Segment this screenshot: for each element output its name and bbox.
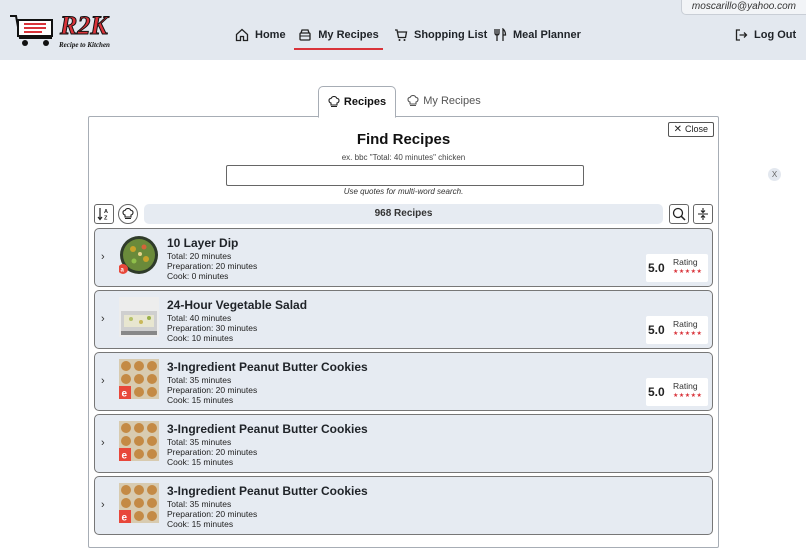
rating-stars: ★★★★★	[673, 393, 703, 399]
side-close-button[interactable]: X	[768, 168, 781, 181]
recipe-count: 968 Recipes	[144, 204, 663, 224]
logout-label: Log Out	[754, 29, 797, 41]
rating-stars: ★★★★★	[673, 331, 703, 337]
recipe-prep-time: Preparation: 30 minutes	[167, 323, 258, 333]
app-header: moscarillo@yahoo.com R2K Recipe to Kitch…	[0, 0, 806, 60]
svg-text:Z: Z	[104, 216, 108, 222]
utensils-icon	[494, 28, 507, 41]
rating-label: Rating	[673, 381, 698, 391]
rating-stars: ★★★★★	[673, 269, 703, 275]
recipe-cook-time: Cook: 10 minutes	[167, 333, 234, 343]
collapse-vertical-icon	[698, 208, 708, 220]
tab-my-recipes-label: My Recipes	[423, 95, 481, 107]
tab-my-recipes[interactable]: My Recipes	[404, 86, 484, 116]
nav-home[interactable]: Home	[235, 22, 286, 48]
svg-text:e: e	[122, 451, 128, 462]
recipe-rating: 5.0 Rating ★★★★★	[646, 378, 708, 406]
recipe-title: 3-Ingredient Peanut Butter Cookies	[167, 422, 368, 436]
recipe-rating: 5.0 Rating ★★★★★	[646, 316, 708, 344]
search-input[interactable]	[226, 165, 584, 186]
recipe-thumbnail: e	[119, 421, 159, 461]
recipe-prep-time: Preparation: 20 minutes	[167, 447, 258, 457]
page-title: Find Recipes	[356, 131, 451, 148]
recipe-total-time: Total: 35 minutes	[167, 499, 232, 509]
nav-shopping-list[interactable]: Shopping List	[394, 22, 487, 48]
chevron-right-icon[interactable]: ›	[101, 313, 105, 325]
svg-text:A: A	[104, 209, 108, 215]
collapse-button[interactable]	[693, 204, 713, 224]
recipe-total-time: Total: 35 minutes	[167, 375, 232, 385]
rating-value: 5.0	[648, 261, 665, 275]
nav-meal-planner[interactable]: Meal Planner	[493, 22, 581, 48]
recipe-prep-time: Preparation: 20 minutes	[167, 509, 258, 519]
chef-filter-button[interactable]	[118, 204, 138, 224]
recipe-title: 10 Layer Dip	[167, 236, 239, 250]
cart-icon	[395, 29, 408, 41]
recipe-row[interactable]: › e 3-Ingredient Peanut Butter Cookies T…	[94, 414, 713, 473]
nav-my-recipes[interactable]: My Recipes	[294, 22, 383, 50]
search-help: Use quotes for multi-word search.	[343, 187, 464, 196]
tab-recipes[interactable]: Recipes	[318, 86, 396, 118]
recipe-thumbnail: e	[119, 359, 159, 399]
find-recipes-panel: ✕ Close Find Recipes ex. bbc "Total: 40 …	[88, 116, 719, 548]
recipe-row[interactable]: › e 3-Ingredient Peanut Butter Cookies T…	[94, 476, 713, 535]
rating-label: Rating	[673, 319, 698, 329]
search-icon	[672, 207, 686, 221]
svg-text:e: e	[122, 513, 128, 524]
nav-my-recipes-label: My Recipes	[318, 29, 379, 41]
chevron-right-icon[interactable]: ›	[101, 499, 105, 511]
recipe-cook-time: Cook: 0 minutes	[167, 271, 229, 281]
tab-recipes-label: Recipes	[343, 96, 387, 108]
rating-value: 5.0	[648, 323, 665, 337]
home-icon	[235, 28, 249, 42]
chevron-right-icon[interactable]: ›	[101, 437, 105, 449]
svg-text:e: e	[122, 389, 128, 400]
nav-meal-planner-label: Meal Planner	[513, 29, 581, 41]
logout-icon	[735, 29, 748, 41]
recipe-thumbnail	[119, 297, 159, 337]
chef-hat-icon	[122, 208, 134, 220]
user-email: moscarillo@yahoo.com	[680, 0, 806, 15]
rating-value: 5.0	[648, 385, 665, 399]
recipe-row[interactable]: › 24-Hour Vegetable Salad Total: 40 minu…	[94, 290, 713, 349]
chevron-right-icon[interactable]: ›	[101, 375, 105, 387]
recipe-total-time: Total: 35 minutes	[167, 437, 232, 447]
sort-button[interactable]: A Z	[94, 204, 114, 224]
recipe-total-time: Total: 40 minutes	[167, 313, 232, 323]
recipe-title: 24-Hour Vegetable Salad	[167, 298, 308, 312]
chef-hat-icon	[328, 96, 340, 108]
recipe-thumbnail: e	[119, 483, 159, 523]
recipe-cook-time: Cook: 15 minutes	[167, 457, 234, 467]
recipe-row[interactable]: › e 3-Ingredient Peanut Butter Cookies T…	[94, 352, 713, 411]
nav-shopping-list-label: Shopping List	[414, 29, 488, 41]
recipe-prep-time: Preparation: 20 minutes	[167, 261, 258, 271]
search-example: ex. bbc "Total: 40 minutes" chicken	[341, 153, 466, 162]
recipe-box-icon	[299, 29, 311, 41]
main-nav: Home My Recipes Shopping List Meal Plann…	[0, 22, 806, 50]
chevron-right-icon[interactable]: ›	[101, 251, 105, 263]
nav-home-label: Home	[255, 29, 286, 41]
recipe-title: 3-Ingredient Peanut Butter Cookies	[167, 484, 368, 498]
chef-hat-icon	[407, 95, 419, 107]
rating-label: Rating	[673, 257, 698, 267]
recipe-rating: 5.0 Rating ★★★★★	[646, 254, 708, 282]
logout-button[interactable]: Log Out	[734, 22, 796, 48]
recipe-total-time: Total: 20 minutes	[167, 251, 232, 261]
search-button[interactable]	[669, 204, 689, 224]
recipe-thumbnail: a	[119, 235, 159, 275]
recipe-row[interactable]: › a 10 Layer Dip Total: 20 minutes Prepa…	[94, 228, 713, 287]
recipe-title: 3-Ingredient Peanut Butter Cookies	[167, 360, 368, 374]
sort-az-icon: A Z	[97, 208, 108, 222]
recipe-cook-time: Cook: 15 minutes	[167, 519, 234, 529]
recipe-prep-time: Preparation: 20 minutes	[167, 385, 258, 395]
recipe-cook-time: Cook: 15 minutes	[167, 395, 234, 405]
